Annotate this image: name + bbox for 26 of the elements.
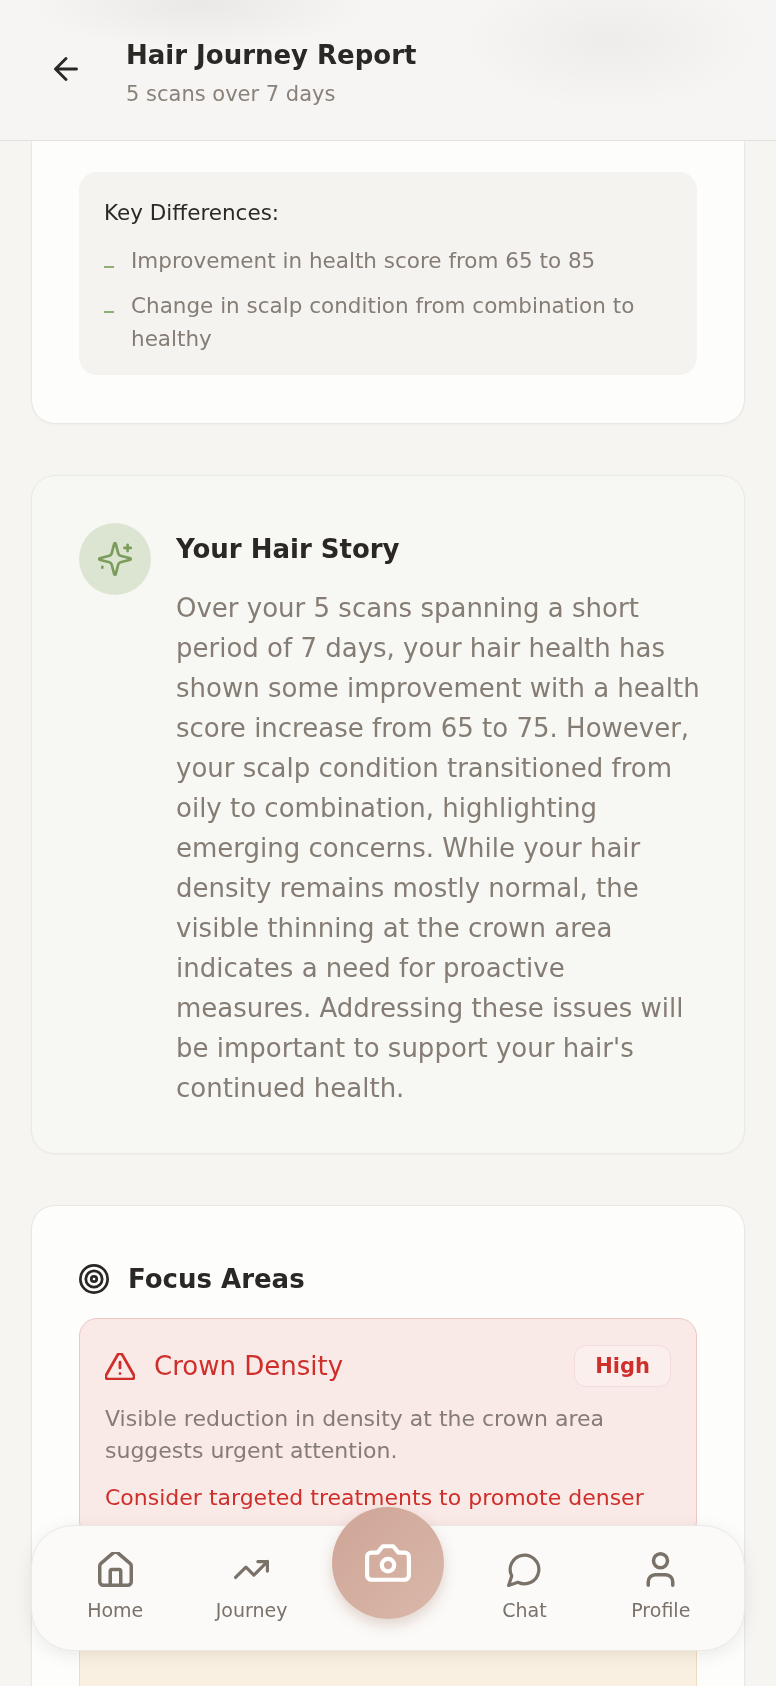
bullet-dash-icon — [104, 311, 114, 313]
key-difference-text: Change in scalp condition from combination to healthy — [131, 292, 636, 353]
warning-icon — [105, 1352, 135, 1380]
focus-area-title: Crown Density — [154, 1350, 344, 1383]
bullet-dash-icon — [104, 266, 114, 268]
back-icon — [54, 57, 78, 81]
nav-tab[interactable]: Chat — [498, 1526, 551, 1622]
key-difference-text: Improvement in health score from 65 to 85 — [131, 247, 596, 275]
chat-bubble-icon — [506, 1552, 542, 1587]
camera-icon — [365, 1543, 411, 1583]
focus-areas-title: Focus Areas — [128, 1263, 305, 1296]
focus-area-recommendation: Consider targeted treatments to promote denser — [105, 1484, 645, 1512]
hair-story-text: Over your 5 scans spanning a short period of 7 days, your hair health has shown some improvement with a health score increase from 65 to 75. However, your scalp condition transitioned from oily to combination, highlighting emerging concerns. While your hair density remains mostly normal, the visible thinning at the crown area indicates a need for proactive measures. Addressing these issues will be important to support your hair's continued health. — [176, 592, 701, 1105]
home-icon — [97, 1552, 133, 1587]
target-icon — [79, 1264, 109, 1294]
page-subtitle: 5 scans over 7 days — [126, 81, 337, 108]
nav-tab[interactable]: Journey — [211, 1526, 292, 1622]
focus-area-description: Visible reduction in density at the crown area suggests urgent attention. — [105, 1405, 606, 1465]
nav-tab[interactable]: Profile — [627, 1526, 695, 1622]
priority-badge: High — [574, 1345, 671, 1387]
page-title: Hair Journey Report — [126, 39, 417, 72]
hair-story-title: Your Hair Story — [176, 533, 401, 566]
back-button[interactable] — [54, 57, 78, 81]
key-differences-title: Key Differences: — [104, 199, 281, 227]
nav-tab[interactable]: Home — [83, 1526, 148, 1622]
sparkles-icon — [79, 523, 151, 595]
